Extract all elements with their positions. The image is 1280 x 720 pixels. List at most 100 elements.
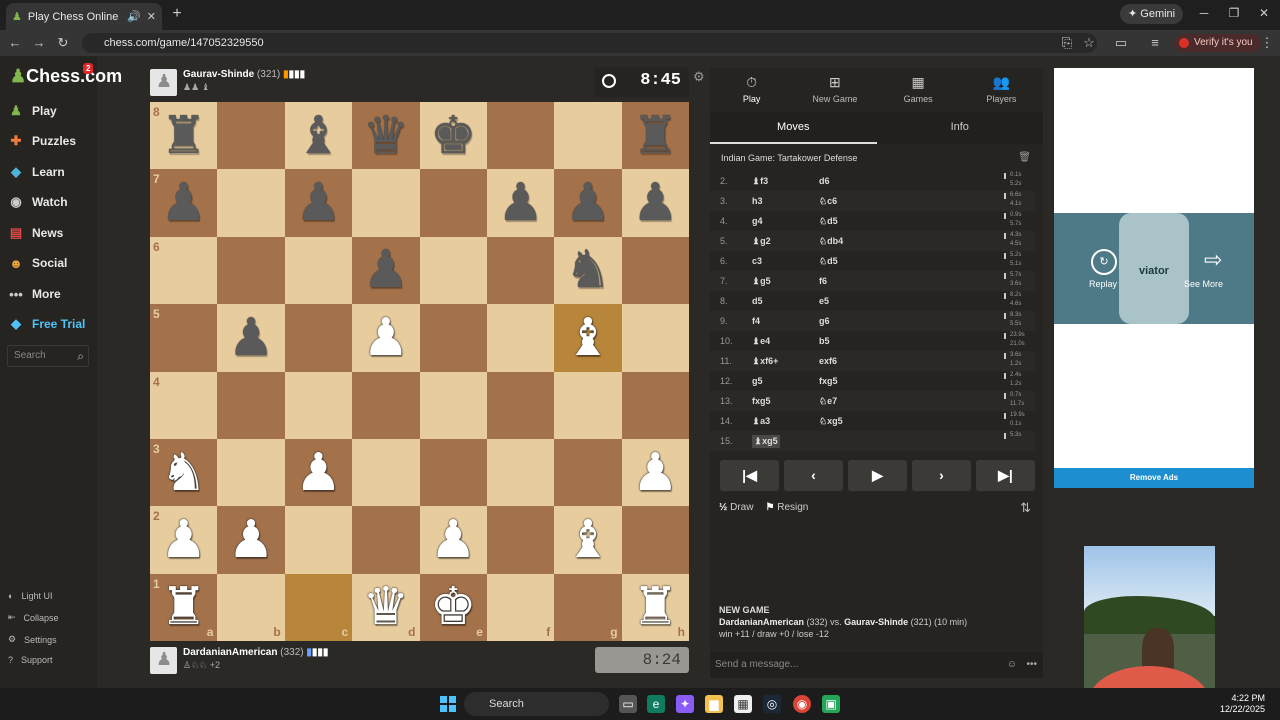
- black-move[interactable]: ♘db4: [819, 236, 843, 247]
- square-d5[interactable]: ♟: [352, 304, 420, 372]
- square-h6[interactable]: [621, 236, 689, 305]
- black-move[interactable]: ♘e7: [819, 396, 837, 407]
- white-move[interactable]: c3: [752, 256, 762, 266]
- square-g8[interactable]: [554, 102, 622, 170]
- black-move[interactable]: d6: [819, 176, 830, 186]
- square-h8[interactable]: ♜: [621, 102, 689, 170]
- white-king-icon[interactable]: ♚: [430, 581, 477, 633]
- white-move[interactable]: fxg5: [752, 396, 771, 406]
- taskbar-search[interactable]: Search: [464, 692, 609, 716]
- square-b5[interactable]: ♟: [217, 304, 285, 372]
- black-pawn-icon[interactable]: ♟: [160, 177, 207, 229]
- ad-video[interactable]: viator ↻ Replay ⇨ See More: [1054, 213, 1254, 324]
- square-h4[interactable]: [621, 371, 689, 439]
- tab-players[interactable]: 👥 Players: [960, 68, 1043, 108]
- flip-board-icon[interactable]: ⇅: [1020, 500, 1031, 516]
- white-pawn-icon[interactable]: ♟: [363, 312, 410, 364]
- square-g4[interactable]: [554, 371, 622, 439]
- square-d3[interactable]: [352, 438, 420, 507]
- white-knight-icon[interactable]: ♞: [160, 447, 207, 499]
- square-c2[interactable]: [284, 506, 353, 574]
- sidebar-item-social[interactable]: ☻ Social: [8, 252, 67, 274]
- black-move[interactable]: e5: [819, 296, 829, 306]
- verify-profile-button[interactable]: Verify it's you: [1174, 34, 1261, 52]
- media-icon[interactable]: ≡: [1146, 34, 1164, 52]
- square-g6[interactable]: ♞: [554, 236, 622, 305]
- white-move[interactable]: ♝f3: [752, 176, 768, 187]
- square-a8[interactable]: 8 ♜: [150, 102, 218, 170]
- square-a4[interactable]: 4: [150, 371, 218, 439]
- square-b7[interactable]: [217, 169, 285, 237]
- chess-logo[interactable]: ♟Chess.com 2: [10, 63, 122, 87]
- black-move[interactable]: ♘d5: [819, 216, 838, 227]
- replay-icon[interactable]: ↻: [1091, 249, 1117, 275]
- square-a6[interactable]: 6: [150, 236, 218, 305]
- store-icon[interactable]: ▦: [734, 695, 752, 713]
- first-move-button[interactable]: |◀: [720, 460, 779, 491]
- chat-input[interactable]: Send a message... ☺ •••: [710, 652, 1043, 678]
- black-pawn-icon[interactable]: ♟: [363, 244, 410, 296]
- square-d7[interactable]: [352, 169, 420, 237]
- subtab-moves[interactable]: Moves: [710, 112, 877, 144]
- square-c7[interactable]: ♟: [284, 169, 353, 237]
- collapse-button[interactable]: ⇤ Collapse: [8, 612, 59, 623]
- square-c5[interactable]: [284, 304, 353, 372]
- square-b4[interactable]: [217, 371, 285, 439]
- white-move[interactable]: g5: [752, 376, 763, 386]
- white-pawn-icon[interactable]: ♟: [632, 447, 679, 499]
- square-e3[interactable]: [419, 438, 487, 507]
- square-f1[interactable]: f: [486, 573, 555, 641]
- black-knight-icon[interactable]: ♞: [565, 244, 612, 296]
- square-f2[interactable]: [486, 506, 555, 574]
- gemini-button[interactable]: ✦ Gemini: [1120, 4, 1184, 24]
- sidebar-item-play[interactable]: ♟ Play: [8, 100, 57, 122]
- draw-button[interactable]: ½ Draw: [719, 502, 753, 513]
- white-pawn-icon[interactable]: ♟: [295, 447, 342, 499]
- white-move[interactable]: ♝g5: [752, 276, 771, 287]
- black-move[interactable]: g6: [819, 316, 830, 326]
- browser-tab[interactable]: ♟ Play Chess Online for FREE 🔊 ✕: [6, 3, 162, 30]
- black-king-icon[interactable]: ♚: [430, 110, 477, 162]
- square-a2[interactable]: 2 ♟: [150, 506, 218, 574]
- square-f5[interactable]: [486, 304, 555, 372]
- chrome-icon[interactable]: ◉: [793, 695, 811, 713]
- tab-close-icon[interactable]: ✕: [147, 10, 156, 23]
- white-rook-icon[interactable]: ♜: [632, 581, 679, 633]
- task-view-icon[interactable]: ▭: [619, 695, 637, 713]
- square-g1[interactable]: g: [554, 573, 622, 641]
- light-ui-toggle[interactable]: ◐ Light UI: [8, 591, 52, 601]
- back-button[interactable]: ←: [6, 34, 24, 52]
- white-move[interactable]: h3: [752, 196, 763, 206]
- tab-games[interactable]: ▦ Games: [877, 68, 960, 108]
- black-rook-icon[interactable]: ♜: [160, 110, 207, 162]
- square-f8[interactable]: [486, 102, 555, 170]
- square-h7[interactable]: ♟: [621, 169, 689, 237]
- replay-label[interactable]: Replay: [1089, 279, 1117, 289]
- square-f4[interactable]: [486, 371, 555, 439]
- install-icon[interactable]: ⎘: [1058, 34, 1076, 52]
- square-e1[interactable]: e ♚: [419, 573, 487, 641]
- square-d4[interactable]: [352, 371, 420, 439]
- sidebar-item-puzzles[interactable]: ✚ Puzzles: [8, 130, 76, 152]
- white-rook-icon[interactable]: ♜: [160, 581, 207, 633]
- square-g2[interactable]: ♝: [554, 506, 622, 574]
- square-h2[interactable]: [621, 506, 689, 574]
- black-move[interactable]: fxg5: [819, 376, 838, 386]
- black-queen-icon[interactable]: ♛: [363, 110, 410, 162]
- square-e2[interactable]: ♟: [419, 506, 487, 574]
- black-pawn-icon[interactable]: ♟: [565, 177, 612, 229]
- board-settings-gear-icon[interactable]: ⚙: [693, 69, 705, 85]
- black-rook-icon[interactable]: ♜: [632, 110, 679, 162]
- square-b2[interactable]: ♟: [217, 506, 285, 574]
- black-pawn-icon[interactable]: ♟: [228, 312, 275, 364]
- square-e5[interactable]: [419, 304, 487, 372]
- square-e8[interactable]: ♚: [419, 102, 487, 170]
- player-avatar[interactable]: [150, 647, 177, 674]
- windows-start-icon[interactable]: [440, 696, 456, 712]
- white-move[interactable]: ♝e4: [752, 336, 770, 347]
- white-move[interactable]: ♝g2: [752, 236, 771, 247]
- trash-icon[interactable]: 🗑: [1018, 152, 1031, 163]
- square-a1[interactable]: 1 a ♜: [150, 573, 218, 641]
- menu-kebab-icon[interactable]: ⋮: [1258, 34, 1276, 52]
- tab-play[interactable]: ⏱ Play: [710, 68, 793, 108]
